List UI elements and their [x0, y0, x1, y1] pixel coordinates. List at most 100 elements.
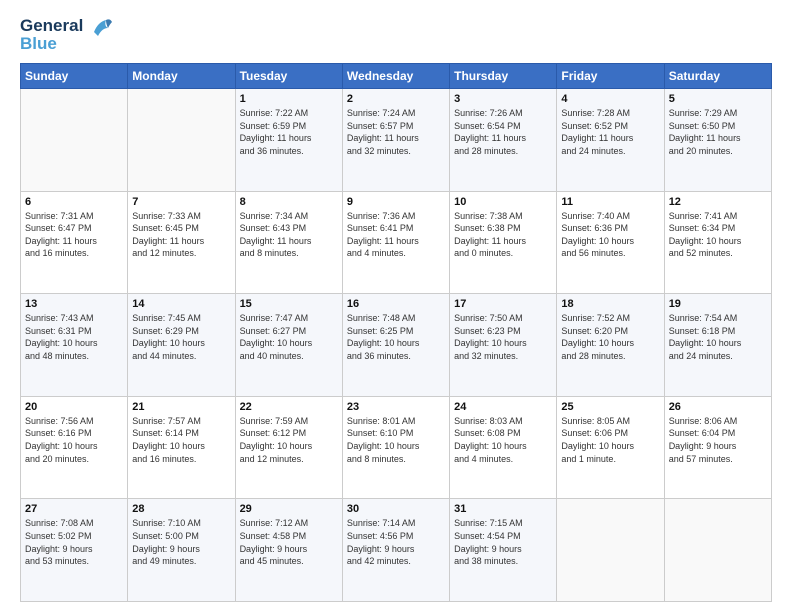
day-info: Sunrise: 7:50 AM Sunset: 6:23 PM Dayligh…: [454, 312, 552, 362]
day-info: Sunrise: 7:22 AM Sunset: 6:59 PM Dayligh…: [240, 107, 338, 157]
weekday-header-wednesday: Wednesday: [342, 64, 449, 89]
calendar-cell: 24Sunrise: 8:03 AM Sunset: 6:08 PM Dayli…: [450, 396, 557, 499]
calendar-cell: 8 Sunrise: 7:34 AM Sunset: 6:43 PM Daylig…: [235, 191, 342, 294]
day-number: 25: [561, 401, 659, 413]
calendar-header-row: SundayMondayTuesdayWednesdayThursdayFrid…: [21, 64, 772, 89]
calendar-cell: 23 Sunrise: 8:01 AM Sunset: 6:10 PM Dayli…: [342, 396, 449, 499]
calendar-week-row: 6 Sunrise: 7:31 AM Sunset: 6:47 PM Daylig…: [21, 191, 772, 294]
calendar-cell: 22 Sunrise: 7:59 AM Sunset: 6:12 PM Dayli…: [235, 396, 342, 499]
day-number: 11: [561, 196, 659, 208]
calendar-cell: 20 Sunrise: 7:56 AM Sunset: 6:16 PM Dayli…: [21, 396, 128, 499]
day-info: Sunrise: 7:08 AM Sunset: 5:02 PM Dayligh…: [25, 517, 123, 567]
day-info: Sunrise: 8:01 AM Sunset: 6:10 PM Dayligh…: [347, 415, 445, 465]
day-info: Sunrise: 7:14 AM Sunset: 4:56 PM Dayligh…: [347, 517, 445, 567]
calendar-cell: [557, 499, 664, 602]
calendar-cell: [664, 499, 771, 602]
day-number: 30: [347, 503, 445, 515]
day-info: Sunrise: 7:54 AM Sunset: 6:18 PM Dayligh…: [669, 312, 767, 362]
weekday-header-monday: Monday: [128, 64, 235, 89]
day-number: 6: [25, 196, 123, 208]
logo-blue-text: Blue: [20, 34, 112, 54]
day-info: Sunrise: 7:48 AM Sunset: 6:25 PM Dayligh…: [347, 312, 445, 362]
logo-text: General: [20, 16, 112, 36]
calendar-cell: [128, 89, 235, 192]
day-number: 23: [347, 401, 445, 413]
day-number: 18: [561, 298, 659, 310]
day-info: Sunrise: 7:40 AM Sunset: 6:36 PM Dayligh…: [561, 210, 659, 260]
day-number: 31: [454, 503, 552, 515]
day-info: Sunrise: 7:15 AM Sunset: 4:54 PM Dayligh…: [454, 517, 552, 567]
day-number: 3: [454, 93, 552, 105]
calendar-week-row: 1 Sunrise: 7:22 AM Sunset: 6:59 PM Daylig…: [21, 89, 772, 192]
logo: General Blue: [20, 16, 112, 53]
calendar-cell: 31 Sunrise: 7:15 AM Sunset: 4:54 PM Dayli…: [450, 499, 557, 602]
calendar-cell: 10Sunrise: 7:38 AM Sunset: 6:38 PM Dayli…: [450, 191, 557, 294]
day-info: Sunrise: 7:43 AM Sunset: 6:31 PM Dayligh…: [25, 312, 123, 362]
calendar-cell: 6 Sunrise: 7:31 AM Sunset: 6:47 PM Daylig…: [21, 191, 128, 294]
calendar-cell: 27 Sunrise: 7:08 AM Sunset: 5:02 PM Dayli…: [21, 499, 128, 602]
day-number: 29: [240, 503, 338, 515]
day-info: Sunrise: 7:52 AM Sunset: 6:20 PM Dayligh…: [561, 312, 659, 362]
day-info: Sunrise: 8:03 AM Sunset: 6:08 PM Dayligh…: [454, 415, 552, 465]
calendar-cell: 12Sunrise: 7:41 AM Sunset: 6:34 PM Dayli…: [664, 191, 771, 294]
day-info: Sunrise: 8:05 AM Sunset: 6:06 PM Dayligh…: [561, 415, 659, 465]
day-number: 19: [669, 298, 767, 310]
calendar-week-row: 20 Sunrise: 7:56 AM Sunset: 6:16 PM Dayli…: [21, 396, 772, 499]
calendar-cell: 7Sunrise: 7:33 AM Sunset: 6:45 PM Daylig…: [128, 191, 235, 294]
calendar-week-row: 13Sunrise: 7:43 AM Sunset: 6:31 PM Dayli…: [21, 294, 772, 397]
calendar-cell: 19 Sunrise: 7:54 AM Sunset: 6:18 PM Dayli…: [664, 294, 771, 397]
calendar-cell: 30 Sunrise: 7:14 AM Sunset: 4:56 PM Dayli…: [342, 499, 449, 602]
day-number: 1: [240, 93, 338, 105]
calendar-cell: 25 Sunrise: 8:05 AM Sunset: 6:06 PM Dayli…: [557, 396, 664, 499]
weekday-header-friday: Friday: [557, 64, 664, 89]
day-number: 7: [132, 196, 230, 208]
weekday-header-saturday: Saturday: [664, 64, 771, 89]
calendar-week-row: 27 Sunrise: 7:08 AM Sunset: 5:02 PM Dayli…: [21, 499, 772, 602]
day-info: Sunrise: 7:26 AM Sunset: 6:54 PM Dayligh…: [454, 107, 552, 157]
day-info: Sunrise: 7:31 AM Sunset: 6:47 PM Dayligh…: [25, 210, 123, 260]
calendar-cell: 17 Sunrise: 7:50 AM Sunset: 6:23 PM Dayli…: [450, 294, 557, 397]
day-info: Sunrise: 7:10 AM Sunset: 5:00 PM Dayligh…: [132, 517, 230, 567]
calendar-cell: 3 Sunrise: 7:26 AM Sunset: 6:54 PM Daylig…: [450, 89, 557, 192]
day-number: 20: [25, 401, 123, 413]
day-info: Sunrise: 7:12 AM Sunset: 4:58 PM Dayligh…: [240, 517, 338, 567]
day-number: 27: [25, 503, 123, 515]
day-info: Sunrise: 7:59 AM Sunset: 6:12 PM Dayligh…: [240, 415, 338, 465]
calendar-cell: 9Sunrise: 7:36 AM Sunset: 6:41 PM Daylig…: [342, 191, 449, 294]
day-number: 16: [347, 298, 445, 310]
logo-bird-icon: [90, 18, 112, 36]
day-number: 2: [347, 93, 445, 105]
day-number: 17: [454, 298, 552, 310]
calendar-cell: [21, 89, 128, 192]
day-info: Sunrise: 7:45 AM Sunset: 6:29 PM Dayligh…: [132, 312, 230, 362]
day-info: Sunrise: 7:34 AM Sunset: 6:43 PM Dayligh…: [240, 210, 338, 260]
page: General Blue SundayMondayTuesdayWednesda…: [0, 0, 792, 612]
calendar-cell: 26Sunrise: 8:06 AM Sunset: 6:04 PM Dayli…: [664, 396, 771, 499]
day-number: 5: [669, 93, 767, 105]
calendar-cell: 29 Sunrise: 7:12 AM Sunset: 4:58 PM Dayli…: [235, 499, 342, 602]
day-number: 21: [132, 401, 230, 413]
day-number: 15: [240, 298, 338, 310]
calendar-cell: 5 Sunrise: 7:29 AM Sunset: 6:50 PM Daylig…: [664, 89, 771, 192]
day-number: 10: [454, 196, 552, 208]
calendar-cell: 11 Sunrise: 7:40 AM Sunset: 6:36 PM Dayli…: [557, 191, 664, 294]
day-info: Sunrise: 7:56 AM Sunset: 6:16 PM Dayligh…: [25, 415, 123, 465]
calendar-cell: 16 Sunrise: 7:48 AM Sunset: 6:25 PM Dayli…: [342, 294, 449, 397]
calendar-cell: 21 Sunrise: 7:57 AM Sunset: 6:14 PM Dayli…: [128, 396, 235, 499]
weekday-header-tuesday: Tuesday: [235, 64, 342, 89]
day-info: Sunrise: 7:36 AM Sunset: 6:41 PM Dayligh…: [347, 210, 445, 260]
day-info: Sunrise: 7:47 AM Sunset: 6:27 PM Dayligh…: [240, 312, 338, 362]
day-info: Sunrise: 7:29 AM Sunset: 6:50 PM Dayligh…: [669, 107, 767, 157]
calendar-cell: 4 Sunrise: 7:28 AM Sunset: 6:52 PM Daylig…: [557, 89, 664, 192]
day-info: Sunrise: 7:41 AM Sunset: 6:34 PM Dayligh…: [669, 210, 767, 260]
day-number: 22: [240, 401, 338, 413]
calendar-cell: 28Sunrise: 7:10 AM Sunset: 5:00 PM Dayli…: [128, 499, 235, 602]
day-info: Sunrise: 7:28 AM Sunset: 6:52 PM Dayligh…: [561, 107, 659, 157]
calendar-cell: 18 Sunrise: 7:52 AM Sunset: 6:20 PM Dayli…: [557, 294, 664, 397]
calendar-cell: 1 Sunrise: 7:22 AM Sunset: 6:59 PM Daylig…: [235, 89, 342, 192]
day-info: Sunrise: 7:57 AM Sunset: 6:14 PM Dayligh…: [132, 415, 230, 465]
day-number: 4: [561, 93, 659, 105]
calendar-cell: 14Sunrise: 7:45 AM Sunset: 6:29 PM Dayli…: [128, 294, 235, 397]
calendar-cell: 15 Sunrise: 7:47 AM Sunset: 6:27 PM Dayli…: [235, 294, 342, 397]
day-number: 8: [240, 196, 338, 208]
